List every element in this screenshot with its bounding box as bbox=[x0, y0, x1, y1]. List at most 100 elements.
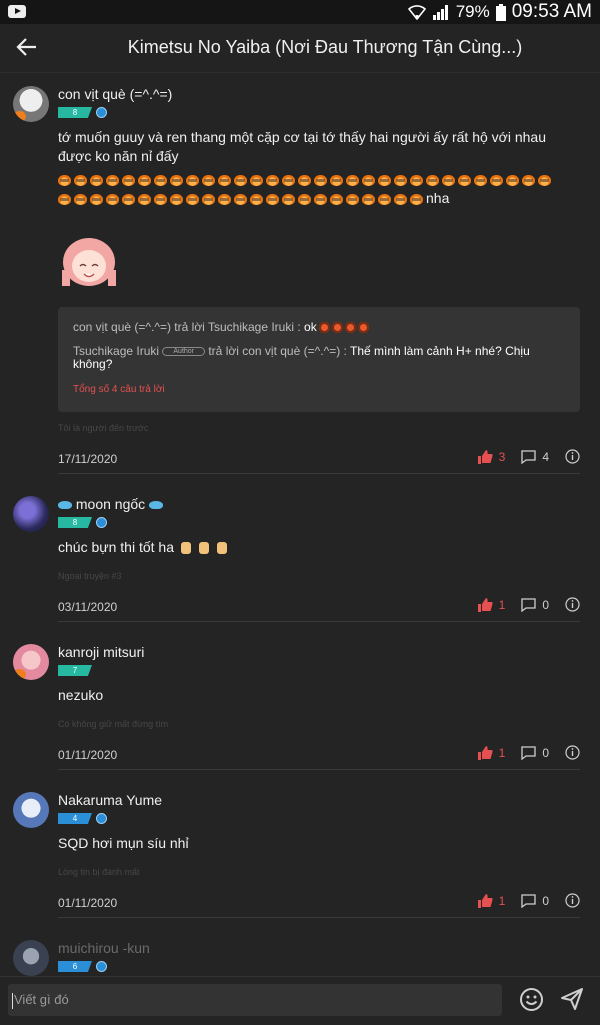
username[interactable]: kanroji mitsuri bbox=[58, 644, 144, 660]
vip-badge-icon bbox=[96, 107, 107, 118]
comment-item: muichirou -kun 6 bbox=[0, 934, 600, 976]
comment-date: 17/11/2020 bbox=[58, 452, 118, 466]
info-icon[interactable] bbox=[565, 745, 580, 760]
info-icon[interactable] bbox=[565, 893, 580, 908]
comment-date: 01/11/2020 bbox=[58, 896, 118, 910]
pumpkin-emoji bbox=[266, 193, 279, 205]
pumpkin-emoji bbox=[506, 174, 519, 186]
pumpkin-emoji bbox=[378, 193, 391, 205]
reply-icon[interactable] bbox=[521, 893, 536, 908]
battery-icon bbox=[495, 3, 506, 21]
pumpkin-emoji bbox=[298, 193, 311, 205]
avatar[interactable] bbox=[13, 940, 49, 976]
pumpkin-emoji bbox=[410, 174, 423, 186]
user-badges: 4 bbox=[58, 813, 107, 824]
whale-icon bbox=[149, 501, 164, 510]
avatar[interactable] bbox=[13, 86, 49, 122]
username[interactable]: Nakaruma Yume bbox=[58, 792, 162, 808]
username[interactable]: muichirou -kun bbox=[58, 940, 150, 956]
pumpkin-emoji bbox=[490, 174, 503, 186]
avatar[interactable] bbox=[13, 496, 49, 532]
divider bbox=[58, 621, 580, 622]
pumpkin-emoji bbox=[106, 174, 119, 186]
like-icon[interactable] bbox=[477, 745, 493, 760]
comment-text: chúc bựn thi tốt ha bbox=[58, 538, 578, 557]
comment-input[interactable]: Viết gì đó bbox=[8, 984, 502, 1016]
pumpkin-emoji bbox=[282, 193, 295, 205]
username[interactable]: con vịt què (=^.^=) bbox=[58, 86, 172, 102]
username[interactable]: moon ngốc bbox=[58, 496, 164, 512]
pumpkin-emoji bbox=[330, 193, 343, 205]
comment-composer: Viết gì đó bbox=[0, 976, 600, 1025]
thumb-emoji bbox=[198, 542, 209, 555]
divider bbox=[58, 473, 580, 474]
pumpkin-emoji bbox=[90, 193, 103, 205]
youtube-notification-icon bbox=[8, 5, 26, 18]
comment-actions: 1 0 bbox=[477, 893, 580, 908]
reply-count: 0 bbox=[542, 745, 549, 760]
comment-actions: 1 0 bbox=[477, 745, 580, 760]
pumpkin-emoji bbox=[394, 193, 407, 205]
like-count: 1 bbox=[498, 893, 506, 908]
divider bbox=[58, 769, 580, 770]
send-icon[interactable] bbox=[560, 987, 584, 1011]
info-icon[interactable] bbox=[565, 597, 580, 612]
like-count: 1 bbox=[498, 745, 506, 760]
pumpkin-emoji bbox=[282, 174, 295, 186]
pumpkin-emoji bbox=[378, 174, 391, 186]
user-title: Tôi là người đến trước bbox=[58, 423, 149, 433]
emoji-icon[interactable] bbox=[519, 987, 544, 1012]
pumpkin-emoji bbox=[122, 174, 135, 186]
level-badge: 8 bbox=[58, 107, 92, 118]
pumpkin-emoji bbox=[250, 174, 263, 186]
pumpkin-emoji bbox=[362, 174, 375, 186]
pumpkin-emoji bbox=[202, 193, 215, 205]
clock: 09:53 AM bbox=[511, 1, 592, 22]
status-bar: 79% 09:53 AM bbox=[0, 0, 600, 24]
reply-icon[interactable] bbox=[521, 449, 536, 464]
comment-item: con vịt què (=^.^=) 8 tớ muốn guuy và re… bbox=[0, 80, 600, 475]
wifi-icon bbox=[407, 5, 426, 20]
pumpkin-emoji bbox=[122, 193, 135, 205]
avatar[interactable] bbox=[13, 644, 49, 680]
info-icon[interactable] bbox=[565, 449, 580, 464]
level-badge: 6 bbox=[58, 961, 92, 972]
reply-icon[interactable] bbox=[521, 597, 536, 612]
pumpkin-emoji-row: nha bbox=[58, 170, 568, 208]
pumpkin-emoji bbox=[362, 193, 375, 205]
back-arrow-icon[interactable] bbox=[14, 34, 40, 60]
level-badge: 4 bbox=[58, 813, 92, 824]
reply-icon[interactable] bbox=[521, 745, 536, 760]
comment-actions: 1 0 bbox=[477, 597, 580, 612]
pumpkin-emoji bbox=[106, 193, 119, 205]
pumpkin-emoji bbox=[314, 193, 327, 205]
like-icon[interactable] bbox=[477, 893, 493, 908]
level-badge: 7 bbox=[58, 665, 92, 676]
comment-item: moon ngốc 8 chúc bựn thi tốt ha Ngoại tr… bbox=[0, 490, 600, 625]
pumpkin-emoji bbox=[266, 174, 279, 186]
pumpkin-emoji bbox=[330, 174, 343, 186]
avatar[interactable] bbox=[13, 792, 49, 828]
pumpkin-emoji bbox=[426, 174, 439, 186]
comment-item: Nakaruma Yume 4 SQD hơi mụn síu nhỉ Lòng… bbox=[0, 786, 600, 921]
user-title: Lòng tin bị đánh mất bbox=[58, 867, 140, 877]
pumpkin-emoji bbox=[186, 174, 199, 186]
like-icon[interactable] bbox=[477, 597, 493, 612]
reply-line: Tsuchikage Iruki Author trả lời con vịt … bbox=[73, 344, 530, 371]
comment-date: 03/11/2020 bbox=[58, 600, 118, 614]
author-tag: Author bbox=[162, 347, 206, 357]
pumpkin-emoji bbox=[410, 193, 423, 205]
like-count: 1 bbox=[498, 597, 506, 612]
battery-percent: 79% bbox=[455, 2, 490, 21]
vip-badge-icon bbox=[96, 813, 107, 824]
pumpkin-emoji bbox=[138, 174, 151, 186]
user-title: Có không giữ mất đừng tìm bbox=[58, 719, 169, 729]
pumpkin-emoji bbox=[74, 174, 87, 186]
total-replies-link[interactable]: Tổng số 4 câu trả lời bbox=[73, 384, 165, 395]
pumpkin-emoji bbox=[154, 174, 167, 186]
pumpkin-emoji bbox=[170, 174, 183, 186]
pumpkin-emoji bbox=[154, 193, 167, 205]
like-icon[interactable] bbox=[477, 449, 493, 464]
reply-preview-box[interactable]: con vịt què (=^.^=) trả lời Tsuchikage I… bbox=[58, 307, 580, 412]
pumpkin-emoji bbox=[74, 193, 87, 205]
